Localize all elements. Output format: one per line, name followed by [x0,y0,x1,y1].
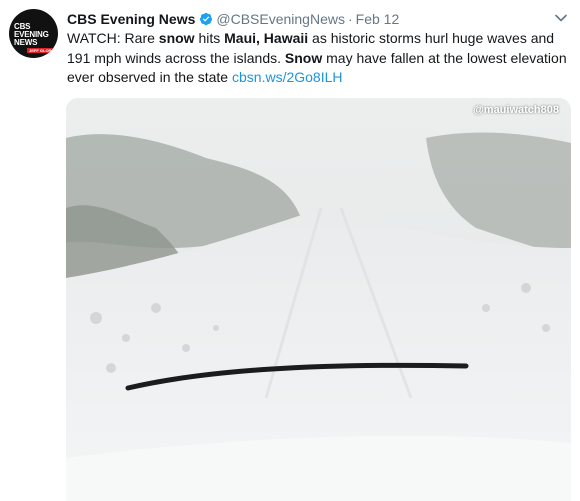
tweet-text: WATCH: Rare snow hits Maui, Hawaii as hi… [67,29,567,88]
avatar-anchor-tag: JEFF GLOR [27,48,54,53]
text-part: hits [194,30,225,46]
text-bold-location: Maui, Hawaii [224,30,309,46]
text-bold-snow-2: Snow [284,49,323,66]
avatar-text-line3: NEWS [14,38,38,47]
display-name[interactable]: CBS Evening News [67,11,195,27]
text-bold-snow: snow [158,30,195,46]
avatar[interactable]: CBS EVENING NEWS JEFF GLOR [9,9,58,58]
text-part: WATCH: Rare [67,30,159,46]
separator-dot: · [347,11,353,27]
video-media[interactable]: @mauiwatch808 [66,98,571,501]
tweet-link[interactable]: cbsn.ws/2Go8ILH [232,69,343,85]
chevron-down-icon[interactable] [554,11,568,25]
handle[interactable]: @CBSEveningNews [216,11,345,27]
tweet-header: CBS Evening News @CBSEveningNews · Feb 12 [67,9,550,29]
tweet-date[interactable]: Feb 12 [356,11,400,27]
video-watermark: @mauiwatch808 [473,104,559,116]
snow-scene-image [66,98,571,501]
verified-badge-icon [200,12,213,26]
